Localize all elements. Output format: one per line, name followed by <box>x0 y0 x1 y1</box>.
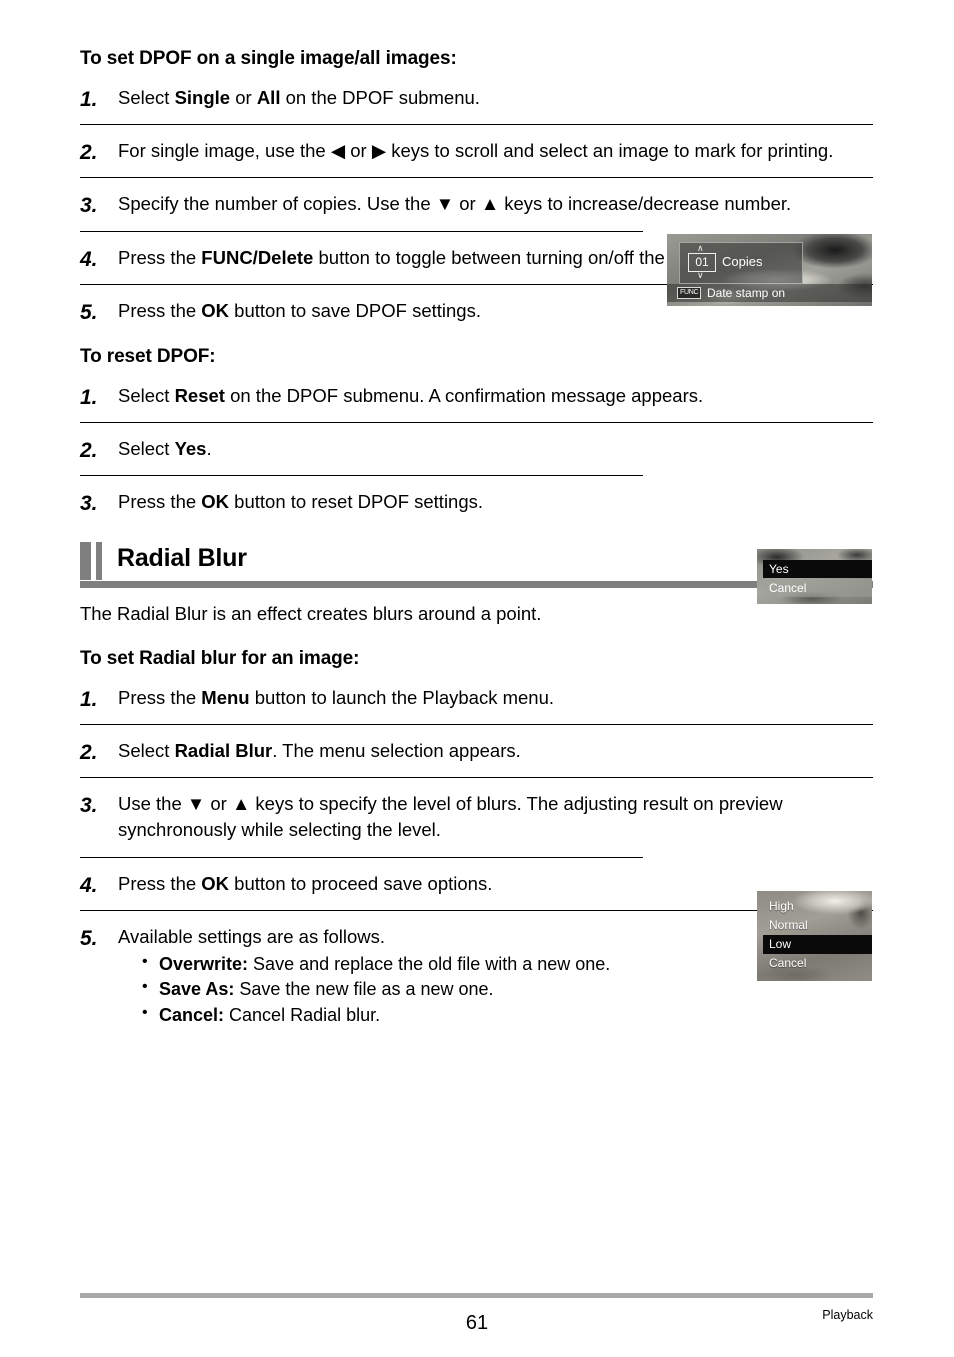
section-title: Radial Blur <box>117 543 247 572</box>
step-2-1: 1. Select Reset on the DPOF submenu. A c… <box>80 383 873 409</box>
step-number: 2. <box>80 740 98 764</box>
menu-option-yes: Yes <box>763 560 872 578</box>
step-text: Press the OK button to save DPOF setting… <box>118 299 481 321</box>
copies-label: Copies <box>722 254 763 269</box>
step-divider <box>80 909 873 911</box>
step-number: 2. <box>80 141 98 165</box>
document-page: To set DPOF on a single image/all images… <box>0 0 954 1357</box>
menu-option-cancel: Cancel <box>769 956 807 970</box>
step-2-2: 2. Select Yes. <box>80 436 873 462</box>
list-item: Cancel: Cancel Radial blur. <box>142 1002 873 1028</box>
step-text: Select Yes. <box>118 438 212 460</box>
step-text: Specify the number of copies. Use the ▼ … <box>118 193 792 215</box>
step-3-4: 4. Press the OK button to proceed save o… <box>80 871 873 897</box>
step-number: 3. <box>80 492 98 516</box>
down-arrow-key-icon: ▼ <box>186 793 206 815</box>
page-number: 61 <box>465 1312 489 1334</box>
step-number: 3. <box>80 794 98 818</box>
heading-set-radial-blur: To set Radial blur for an image: <box>80 648 873 671</box>
step-divider <box>80 422 873 424</box>
step-1-3: 3. Specify the number of copies. Use the… <box>80 191 873 217</box>
heading-marker-thin-icon <box>96 541 102 580</box>
step-text: Available settings are as follows. <box>118 925 386 947</box>
step-text: Press the OK button to proceed save opti… <box>118 872 493 894</box>
menu-option-cancel: Cancel <box>763 579 872 597</box>
heading-underline <box>80 580 873 588</box>
list-item: Save As: Save the new file as a new one. <box>142 976 873 1002</box>
step-divider <box>80 124 873 126</box>
step-number: 2. <box>80 439 98 463</box>
heading-text: To set DPOF on a single image/all images… <box>80 48 457 69</box>
menu-option-high: High <box>769 899 794 913</box>
option-label: Save As: <box>159 979 235 1000</box>
left-arrow-key-icon: ◀ <box>330 140 346 162</box>
step-number: 1. <box>80 385 98 409</box>
option-text: Save the new file as a new one. <box>234 979 494 1000</box>
section-heading-radial-blur: Radial Blur <box>80 541 873 588</box>
step-text: Use the ▼ or ▲ keys to specify the level… <box>118 793 783 841</box>
step-1-1: 1. Select Single or All on the DPOF subm… <box>80 85 873 111</box>
date-stamp-bar: FUNC Date stamp on <box>667 284 872 302</box>
heading-text: To set Radial blur for an image: <box>80 647 360 669</box>
heading-marker-thick-icon <box>80 541 91 580</box>
screenshot-confirm-dialog: Yes Cancel <box>757 549 872 604</box>
step-number: 3. <box>80 194 98 218</box>
step-3-2: 2. Select Radial Blur. The menu selectio… <box>80 738 873 764</box>
right-arrow-key-icon: ▶ <box>371 140 387 162</box>
radial-blur-intro: The Radial Blur is an effect creates blu… <box>80 602 542 624</box>
step-divider <box>80 723 873 725</box>
step-3-1: 1. Press the Menu button to launch the P… <box>80 685 873 711</box>
down-arrow-key-icon: ▼ <box>435 193 455 215</box>
step-divider <box>80 475 643 477</box>
chevron-down-icon: ∨ <box>697 270 704 280</box>
option-label: Overwrite: <box>159 954 249 975</box>
step-3-3: 3. Use the ▼ or ▲ keys to specify the le… <box>80 791 873 844</box>
step-3-5: 5. Available settings are as follows. Ov… <box>80 924 873 1028</box>
step-number: 5. <box>80 300 98 324</box>
step-text: For single image, use the ◀ or ▶ keys to… <box>118 140 834 162</box>
step-text: Press the Menu button to launch the Play… <box>118 686 555 708</box>
step-text: Select Radial Blur. The menu selection a… <box>118 739 521 761</box>
menu-option-low: Low <box>763 935 872 954</box>
step-number: 4. <box>80 247 98 271</box>
step-divider <box>80 177 873 179</box>
heading-reset-dpof: To reset DPOF: <box>80 346 873 369</box>
step-divider <box>80 777 873 779</box>
step-1-2: 2. For single image, use the ◀ or ▶ keys… <box>80 138 873 164</box>
menu-option-normal: Normal <box>769 918 808 932</box>
step-text: Press the OK button to reset DPOF settin… <box>118 491 484 513</box>
step-text: Select Reset on the DPOF submenu. A conf… <box>118 384 704 406</box>
func-button-icon: FUNC <box>677 287 702 299</box>
screenshot-blur-levels: High Normal Low Cancel <box>757 891 872 981</box>
step-number: 5. <box>80 926 98 950</box>
footer-divider <box>80 1293 873 1298</box>
option-text: Cancel Radial blur. <box>224 1004 381 1025</box>
copies-panel: ∧ 01 ∨ Copies <box>679 242 803 284</box>
option-text: Save and replace the old file with a new… <box>248 954 611 975</box>
page-content: To set DPOF on a single image/all images… <box>80 48 873 1028</box>
step-2-3: 3. Press the OK button to reset DPOF set… <box>80 489 873 515</box>
step-number: 1. <box>80 687 98 711</box>
step-divider <box>80 856 643 858</box>
heading-set-dpof: To set DPOF on a single image/all images… <box>80 48 873 71</box>
heading-text: To reset DPOF: <box>80 346 216 368</box>
up-arrow-key-icon: ▲ <box>480 193 500 215</box>
step-text: Select Single or All on the DPOF submenu… <box>118 86 480 108</box>
footer-section-label: Playback <box>822 1308 873 1322</box>
step-number: 1. <box>80 87 98 111</box>
step-number: 4. <box>80 873 98 897</box>
date-stamp-label: Date stamp on <box>707 286 786 300</box>
screenshot-copies-setting: ∧ 01 ∨ Copies FUNC Date stamp on <box>667 234 872 306</box>
up-arrow-key-icon: ▲ <box>231 793 251 815</box>
step-divider <box>80 230 643 232</box>
option-label: Cancel: <box>159 1004 225 1025</box>
chevron-up-icon: ∧ <box>697 243 704 253</box>
